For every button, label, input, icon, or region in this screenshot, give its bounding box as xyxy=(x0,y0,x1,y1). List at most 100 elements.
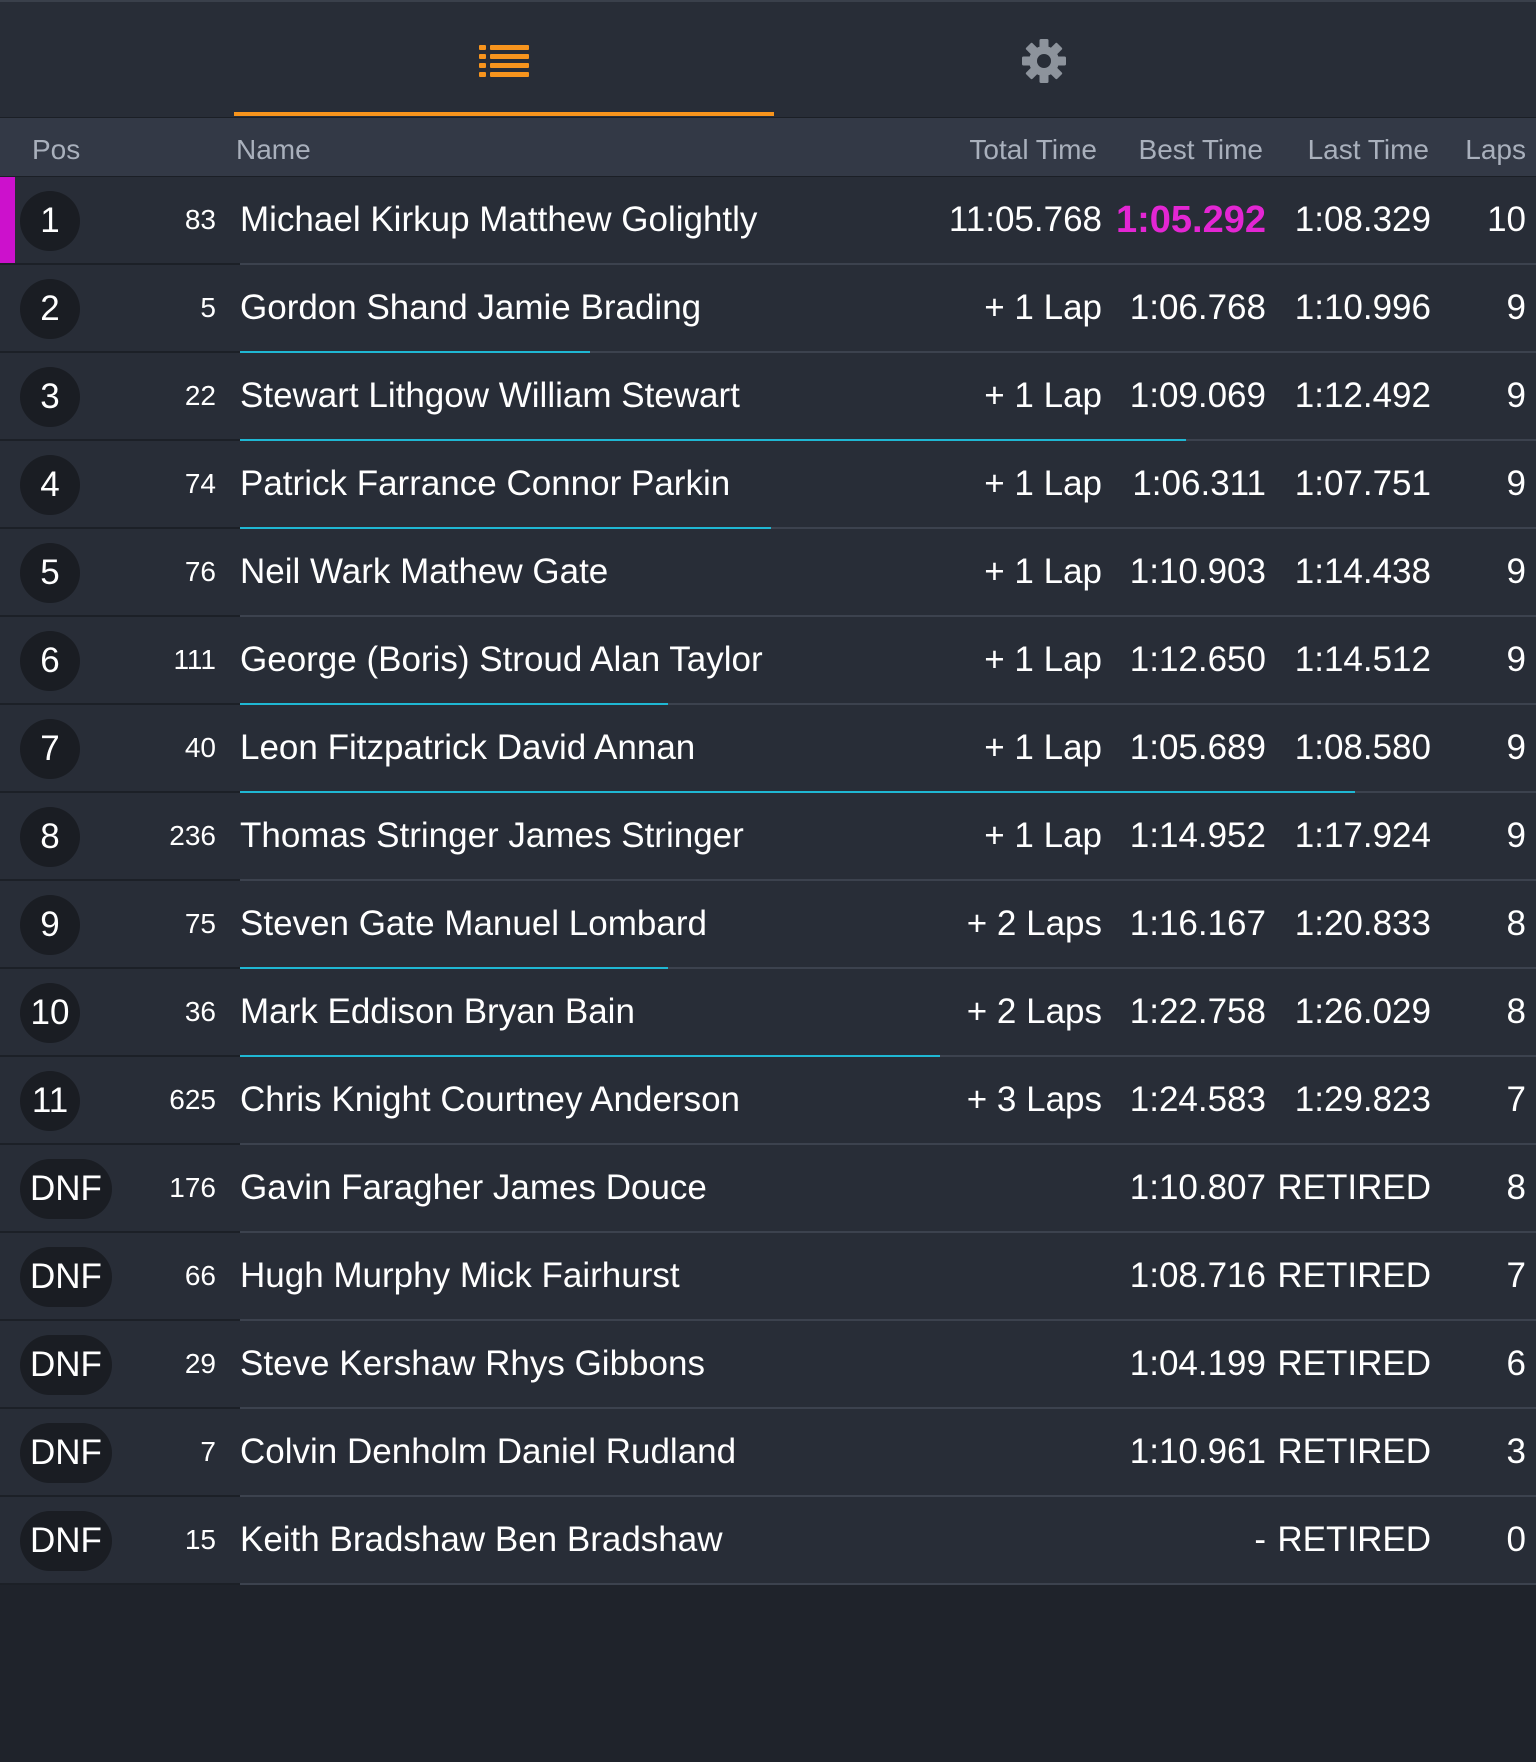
header-pos: Pos xyxy=(32,134,81,165)
table-row[interactable]: 5 76 Neil Wark Mathew Gate + 1 Lap 1:10.903 1… xyxy=(0,529,1536,617)
car-number: 176 xyxy=(169,1172,216,1203)
table-row[interactable]: 4 74 Patrick Farrance Connor Parkin + 1 Lap… xyxy=(0,441,1536,529)
standings-list: 1 8 3 Michael Kirkup Matthew Golightly 11:05… xyxy=(0,177,1536,1585)
list-icon xyxy=(479,44,529,78)
driver-names: Keith Bradshaw Ben Bradshaw xyxy=(240,1520,723,1559)
table-row[interactable]: 10 36 Mark Eddison Bryan Bain + 2 Laps 1:22.… xyxy=(0,969,1536,1057)
table-row[interactable]: 8 236 Thomas Stringer James Stringer + 1 La… xyxy=(0,793,1536,881)
last-time: 1:26.029 xyxy=(1294,992,1431,1031)
driver-names: Mark Eddison Bryan Bain xyxy=(240,992,635,1031)
total-time: + 1 Lap xyxy=(984,376,1102,415)
best-time: 1:14.952 xyxy=(1129,816,1266,855)
car-number: 36 xyxy=(184,996,216,1027)
position-badge: 2 xyxy=(20,279,80,339)
table-row[interactable]: DNF 29 Steve Kershaw Rhys Gibbons 1:04.199 R… xyxy=(0,1321,1536,1409)
table-row[interactable]: 9 75 Steven Gate Manuel Lombard + 2 Laps 1:1… xyxy=(0,881,1536,969)
position-badge: 11 xyxy=(20,1071,80,1131)
laps-count: 7 xyxy=(1506,1080,1526,1119)
tab-settings[interactable] xyxy=(774,2,1314,119)
table-row[interactable]: 7 40 Leon Fitzpatrick David Annan + 1 Lap 1:… xyxy=(0,705,1536,793)
table-row[interactable]: 6 111 George (Boris) Stroud Alan Taylor + 1… xyxy=(0,617,1536,705)
last-time: 1:17.924 xyxy=(1294,816,1431,855)
position-badge: 9 xyxy=(20,895,80,955)
table-row[interactable]: DNF 15 Keith Bradshaw Ben Bradshaw - RETIRED… xyxy=(0,1497,1536,1585)
driver-names: Gordon Shand Jamie Brading xyxy=(240,288,702,327)
last-time: RETIRED xyxy=(1277,1168,1431,1207)
car-number: 22 xyxy=(184,380,216,411)
last-time: 1:10.996 xyxy=(1294,288,1431,327)
table-header: Pos Name Total Time Best Time Last Time … xyxy=(0,117,1536,177)
last-time: RETIRED xyxy=(1277,1256,1431,1295)
total-time: 11:05.768 xyxy=(948,200,1102,239)
total-time: + 1 Lap xyxy=(984,288,1102,327)
driver-names: Michael Kirkup Matthew Golightly xyxy=(240,200,758,239)
table-row[interactable]: DNF 176 Gavin Faragher James Douce 1:10.807… xyxy=(0,1145,1536,1233)
laps-count: 9 xyxy=(1506,464,1526,503)
best-time: 1:06.768 xyxy=(1129,288,1266,327)
driver-names: Colvin Denholm Daniel Rudland xyxy=(240,1432,737,1471)
last-time: 1:12.492 xyxy=(1294,376,1431,415)
laps-count: 6 xyxy=(1506,1344,1526,1383)
laps-count: 9 xyxy=(1506,288,1526,327)
total-time: + 1 Lap xyxy=(984,816,1102,855)
laps-count: 9 xyxy=(1506,816,1526,855)
best-time: 1:09.069 xyxy=(1129,376,1266,415)
table-row[interactable]: 1 83 Michael Kirkup Matthew Golightly 11:05… xyxy=(0,177,1536,265)
last-time: 1:07.751 xyxy=(1294,464,1431,503)
laps-count: 10 xyxy=(1487,200,1526,239)
total-time: + 3 Laps xyxy=(966,1080,1102,1119)
driver-names: Thomas Stringer James Stringer xyxy=(240,816,744,855)
header-total-time: Total Time xyxy=(969,134,1097,165)
driver-names: Steve Kershaw Rhys Gibbons xyxy=(240,1344,705,1383)
car-number: 76 xyxy=(184,556,216,587)
tab-bar xyxy=(0,0,1536,117)
best-time: 1:06.311 xyxy=(1132,464,1266,503)
laps-count: 7 xyxy=(1506,1256,1526,1295)
position-badge: 10 xyxy=(20,983,80,1043)
car-number: 625 xyxy=(169,1084,216,1115)
laps-count: 3 xyxy=(1506,1432,1526,1471)
header-best-time: Best Time xyxy=(1138,134,1263,165)
car-number: 75 xyxy=(184,908,216,939)
driver-names: Steven Gate Manuel Lombard xyxy=(240,904,707,943)
car-number: 40 xyxy=(184,732,216,763)
best-time: 1:05.292 xyxy=(1115,199,1266,241)
position-badge: DNF xyxy=(20,1247,112,1307)
driver-names: George (Boris) Stroud Alan Taylor xyxy=(240,640,763,679)
driver-names: Stewart Lithgow William Stewart xyxy=(240,376,740,415)
best-time: - xyxy=(1254,1520,1266,1559)
position-badge: DNF xyxy=(20,1335,112,1395)
position-badge: 4 xyxy=(20,455,80,515)
table-row[interactable]: DNF 7 Colvin Denholm Daniel Rudland 1:10.96… xyxy=(0,1409,1536,1497)
car-number: 29 xyxy=(184,1348,216,1379)
driver-names: Hugh Murphy Mick Fairhurst xyxy=(240,1256,680,1295)
table-row[interactable]: 11 625 Chris Knight Courtney Anderson + 3 L… xyxy=(0,1057,1536,1145)
best-time: 1:08.716 xyxy=(1129,1256,1266,1295)
header-laps: Laps xyxy=(1465,134,1526,165)
best-time: 1:16.167 xyxy=(1129,904,1266,943)
last-time: 1:14.438 xyxy=(1294,552,1431,591)
last-time: 1:20.833 xyxy=(1294,904,1431,943)
table-row[interactable]: DNF 66 Hugh Murphy Mick Fairhurst 1:08.716 R… xyxy=(0,1233,1536,1321)
driver-names: Chris Knight Courtney Anderson xyxy=(240,1080,740,1119)
position-badge: 1 xyxy=(20,191,80,251)
laps-count: 8 xyxy=(1506,992,1526,1031)
total-time: + 1 Lap xyxy=(984,464,1102,503)
table-row[interactable]: 2 5 Gordon Shand Jamie Brading + 1 Lap 1:06.… xyxy=(0,265,1536,353)
table-row[interactable]: 3 22 Stewart Lithgow William Stewart + 1 La… xyxy=(0,353,1536,441)
driver-names: Leon Fitzpatrick David Annan xyxy=(240,728,696,767)
laps-count: 9 xyxy=(1506,376,1526,415)
tab-standings[interactable] xyxy=(234,2,774,119)
last-time: 1:29.823 xyxy=(1294,1080,1431,1119)
best-time: 1:10.903 xyxy=(1129,552,1266,591)
car-number: 236 xyxy=(169,820,216,851)
last-time: 1:14.512 xyxy=(1294,640,1431,679)
best-time: 1:04.199 xyxy=(1129,1344,1266,1383)
gear-icon xyxy=(1021,38,1067,84)
laps-count: 0 xyxy=(1506,1520,1526,1559)
car-number: 7 xyxy=(200,1436,216,1467)
position-badge: 5 xyxy=(20,543,80,603)
driver-names: Neil Wark Mathew Gate xyxy=(240,552,609,591)
car-number: 111 xyxy=(173,644,216,675)
header-last-time: Last Time xyxy=(1307,134,1429,165)
